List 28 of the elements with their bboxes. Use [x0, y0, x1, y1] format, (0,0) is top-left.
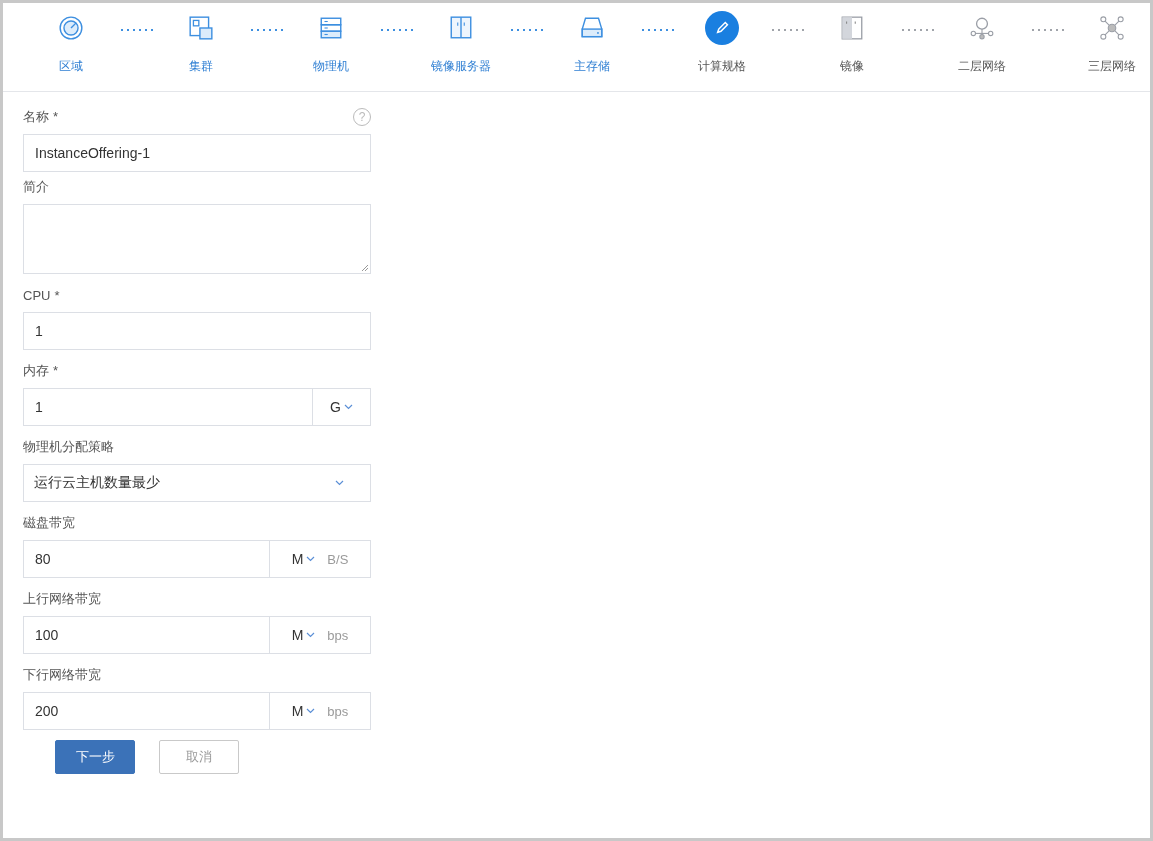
step-label[interactable]: 二层网络 [957, 58, 1006, 75]
field-label: 下行网络带宽 [23, 666, 101, 684]
text-field[interactable]: InstanceOffering-1 [24, 135, 370, 171]
step-label[interactable]: 计算规格 [697, 58, 746, 75]
field-label: 名称 [23, 109, 49, 124]
required-mark: * [53, 363, 59, 378]
field-label: 磁盘带宽 [23, 514, 75, 532]
step-label[interactable]: 物理机 [313, 58, 350, 75]
step-label[interactable]: 主存储 [573, 58, 610, 75]
step-label[interactable]: 集群 [189, 58, 214, 75]
resize-handle-icon[interactable] [361, 264, 369, 272]
field-label: 上行网络带宽 [23, 590, 101, 608]
field-label: 内存 [23, 363, 49, 378]
step-label[interactable]: 三层网络 [1088, 58, 1136, 75]
required-mark: * [53, 109, 59, 124]
field-label: 简介 [23, 178, 49, 196]
select-value: 运行云主机数量最少 [33, 473, 161, 492]
step-label[interactable]: 镜像服务器 [431, 58, 492, 75]
required-mark: * [54, 287, 60, 303]
chevron-down-icon [335, 480, 344, 486]
field-label: CPU [23, 287, 51, 303]
select-field[interactable]: 运行云主机数量最少 [23, 464, 371, 502]
field-label: 物理机分配策略 [23, 438, 114, 456]
text-field[interactable]: 1 [24, 313, 370, 349]
step-label[interactable]: 镜像 [839, 58, 864, 75]
textarea-field[interactable] [23, 204, 371, 274]
step-label[interactable]: 区域 [59, 58, 83, 75]
next-button[interactable]: 下一步 [55, 740, 135, 774]
